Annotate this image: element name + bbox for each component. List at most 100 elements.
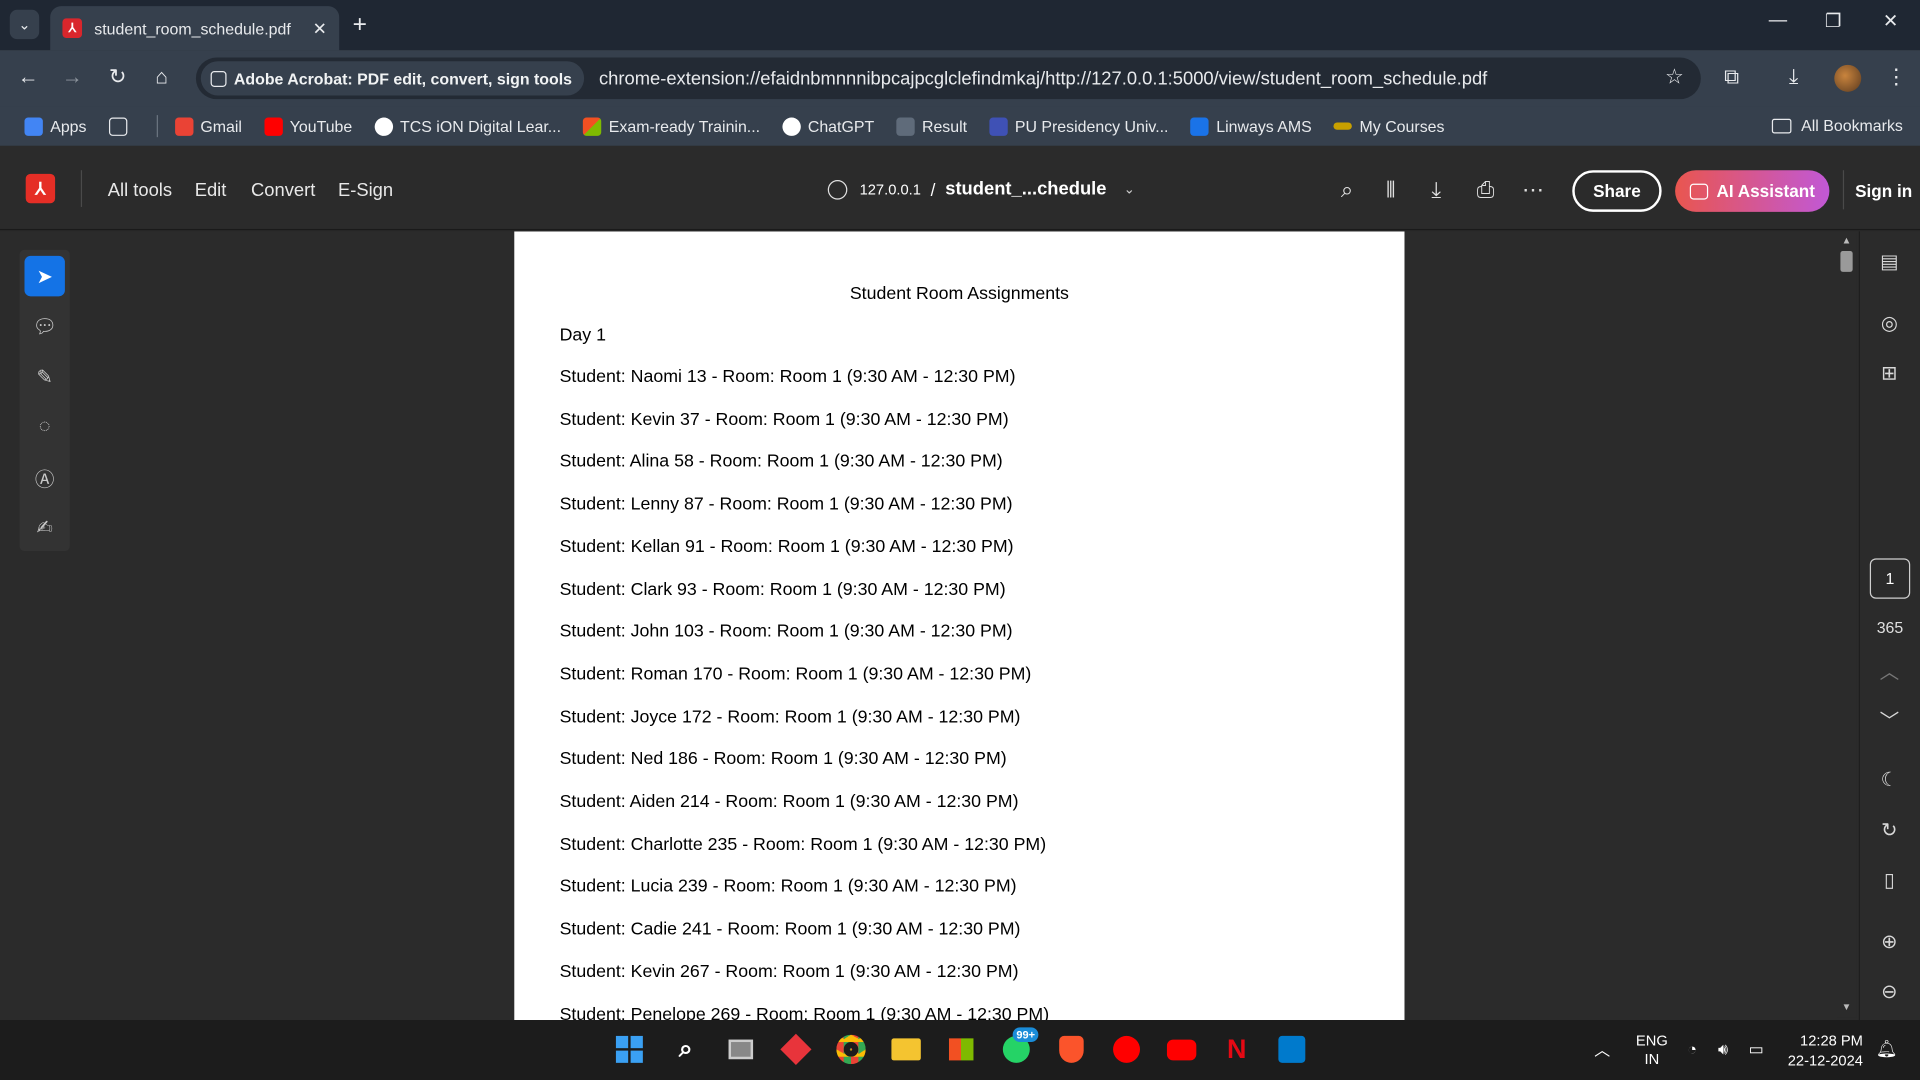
grid-icon [108,116,127,136]
bookmark-youtube[interactable]: YouTube [263,116,352,136]
bookmark-result[interactable]: Result [896,116,968,136]
current-page-input[interactable]: 1 [1869,558,1911,599]
page-fit-icon[interactable]: ▯ [1876,868,1903,892]
zoom-out-icon[interactable]: ⊖ [1876,980,1903,1004]
share-button[interactable]: Share [1572,170,1662,212]
bookmark-linways[interactable]: Linways AMS [1190,116,1312,136]
address-bar[interactable]: Adobe Acrobat: PDF edit, convert, sign t… [195,57,1701,100]
search-icon[interactable]: ⌕ [1341,178,1353,204]
draw-freehand-icon[interactable]: ◌ [24,407,64,447]
extension-icon [210,70,227,87]
bookmark-label: ChatGPT [807,116,875,136]
battery-icon[interactable]: ▭ [1749,1040,1764,1060]
show-hidden-icons[interactable]: ︿ [1594,1037,1610,1060]
download-icon[interactable]: ⤓ [1789,65,1798,89]
brave-icon[interactable] [1054,1032,1088,1066]
language-indicator[interactable]: ENG IN [1636,1032,1668,1069]
document-title-dropdown[interactable]: 127.0.0.1 / student_...chedule ⌄ [827,179,1135,200]
download-pdf-icon[interactable]: ⤓ [1431,178,1441,204]
tab-groups-button[interactable] [108,116,135,136]
bookmark-label: Result [921,116,968,136]
print-icon[interactable]: ⎙ [1477,178,1495,204]
select-cursor-icon[interactable]: ➤ [24,255,65,297]
rotate-icon[interactable]: ↻ [1876,818,1903,842]
more-options-icon[interactable]: ⋯ [1522,178,1544,204]
tcs-icon [374,116,393,136]
menu-edit[interactable]: Edit [195,180,227,201]
bookmark-chatgpt[interactable]: ChatGPT [782,116,875,136]
microsoft-store-icon[interactable] [944,1032,978,1066]
assignment-row: Student: Lucia 239 - Room: Room 1 (9:30 … [559,877,1017,897]
language-label: ENG [1635,1032,1668,1050]
vertical-scrollbar[interactable]: ▲ ▼ [1836,232,1857,1018]
ai-assistant-button[interactable]: AI Assistant [1675,170,1830,212]
bookmark-tcs-ion[interactable]: TCS iON Digital Lear... [374,116,561,136]
windows-start-icon[interactable] [612,1032,646,1066]
reload-icon[interactable]: ↻ [104,65,131,89]
youtube-music-icon[interactable] [1109,1032,1143,1066]
task-view-icon[interactable] [724,1032,758,1066]
bookmark-gmail[interactable]: Gmail [174,116,242,136]
comments-icon[interactable]: ◎ [1876,311,1903,335]
minimize-icon[interactable]: — [1763,10,1792,31]
assignment-row: Student: Naomi 13 - Room: Room 1 (9:30 A… [559,367,1016,387]
chrome-icon[interactable] [834,1032,868,1066]
wifi-icon[interactable]: ◔ [1687,1040,1697,1058]
new-tab-button[interactable]: + [353,11,367,39]
url-text[interactable]: chrome-extension://efaidnbmnnnibpcajpcgl… [599,68,1487,89]
dark-mode-icon[interactable]: ☾ [1876,768,1903,792]
highlight-pen-icon[interactable]: ✎ [24,356,64,396]
menu-esign[interactable]: E-Sign [338,180,393,201]
back-icon[interactable]: ← [15,65,42,89]
vscode-icon[interactable] [1275,1032,1309,1066]
menu-all-tools[interactable]: All tools [108,180,172,201]
search-icon[interactable]: ⌕ [669,1032,703,1066]
browser-tab[interactable]: ⅄ student_room_schedule.pdf ✕ [50,6,340,51]
scroll-down-arrow[interactable]: ▼ [1842,1002,1852,1013]
netflix-icon[interactable]: N [1220,1032,1254,1066]
organize-pages-icon[interactable]: ⊞ [1876,361,1903,385]
bookmark-exam-ready[interactable]: Exam-ready Trainin... [583,116,760,136]
next-page-icon[interactable]: ﹀ [1876,704,1903,733]
extensions-icon[interactable]: ⧉ [1724,65,1739,89]
profile-avatar[interactable] [1834,64,1862,92]
extension-chip[interactable]: Adobe Acrobat: PDF edit, convert, sign t… [200,61,585,96]
menu-convert[interactable]: Convert [251,180,315,201]
clock[interactable]: 12:28 PM 22-12-2024 [1788,1031,1863,1070]
text-box-icon[interactable]: Ⓐ [24,457,64,497]
all-bookmarks-label: All Bookmarks [1801,116,1903,135]
pdf-viewer[interactable]: Student Room Assignments Day 1 Student: … [0,231,1859,1021]
previous-page-icon[interactable]: ︿ [1876,655,1903,684]
bookmark-my-courses[interactable]: My Courses [1333,117,1444,135]
youtube-icon[interactable] [1164,1032,1198,1066]
date-label: 22-12-2024 [1787,1051,1863,1069]
acrobat-logo-icon[interactable]: ⅄ [25,173,56,204]
whatsapp-icon[interactable]: 99+ [999,1027,1039,1066]
page-thumbnails-icon[interactable]: ⫴ [1386,178,1395,204]
sign-in-link[interactable]: Sign in [1855,181,1912,201]
restore-icon[interactable]: ❐ [1818,10,1847,32]
file-explorer-icon[interactable] [889,1032,923,1066]
assignment-row: Student: Aiden 214 - Room: Room 1 (9:30 … [559,792,1019,812]
sign-pen-icon[interactable]: ✍︎ [24,507,64,547]
tab-search-button[interactable]: ⌄ [9,9,40,40]
notifications-icon[interactable]: 🔔︎ [1876,1038,1898,1059]
volume-icon[interactable]: 🔊︎ [1718,1040,1728,1060]
ai-summary-icon[interactable]: ▤ [1876,250,1903,274]
close-window-icon[interactable]: ✕ [1876,10,1905,32]
bookmark-star-icon[interactable]: ☆ [1665,65,1684,89]
forward-icon[interactable]: → [59,65,86,89]
home-icon[interactable]: ⌂ [148,65,175,89]
scroll-thumb[interactable] [1840,251,1853,272]
bookmark-pu-presidency[interactable]: PU Presidency Univ... [989,116,1168,136]
youtube-icon [263,116,283,136]
menu-kebab-icon[interactable]: ⋮ [1886,65,1907,89]
screen: ⌄ ⅄ student_room_schedule.pdf ✕ + — ❐ ✕ … [0,0,1920,1080]
bookmark-apps[interactable]: Apps [24,116,86,136]
add-comment-icon[interactable]: 💬︎ [24,306,64,346]
app-diamond-icon[interactable] [779,1032,813,1066]
close-tab-icon[interactable]: ✕ [313,18,327,39]
zoom-in-icon[interactable]: ⊕ [1876,929,1903,953]
scroll-up-arrow[interactable]: ▲ [1842,235,1852,246]
all-bookmarks-button[interactable]: All Bookmarks [1771,116,1903,135]
